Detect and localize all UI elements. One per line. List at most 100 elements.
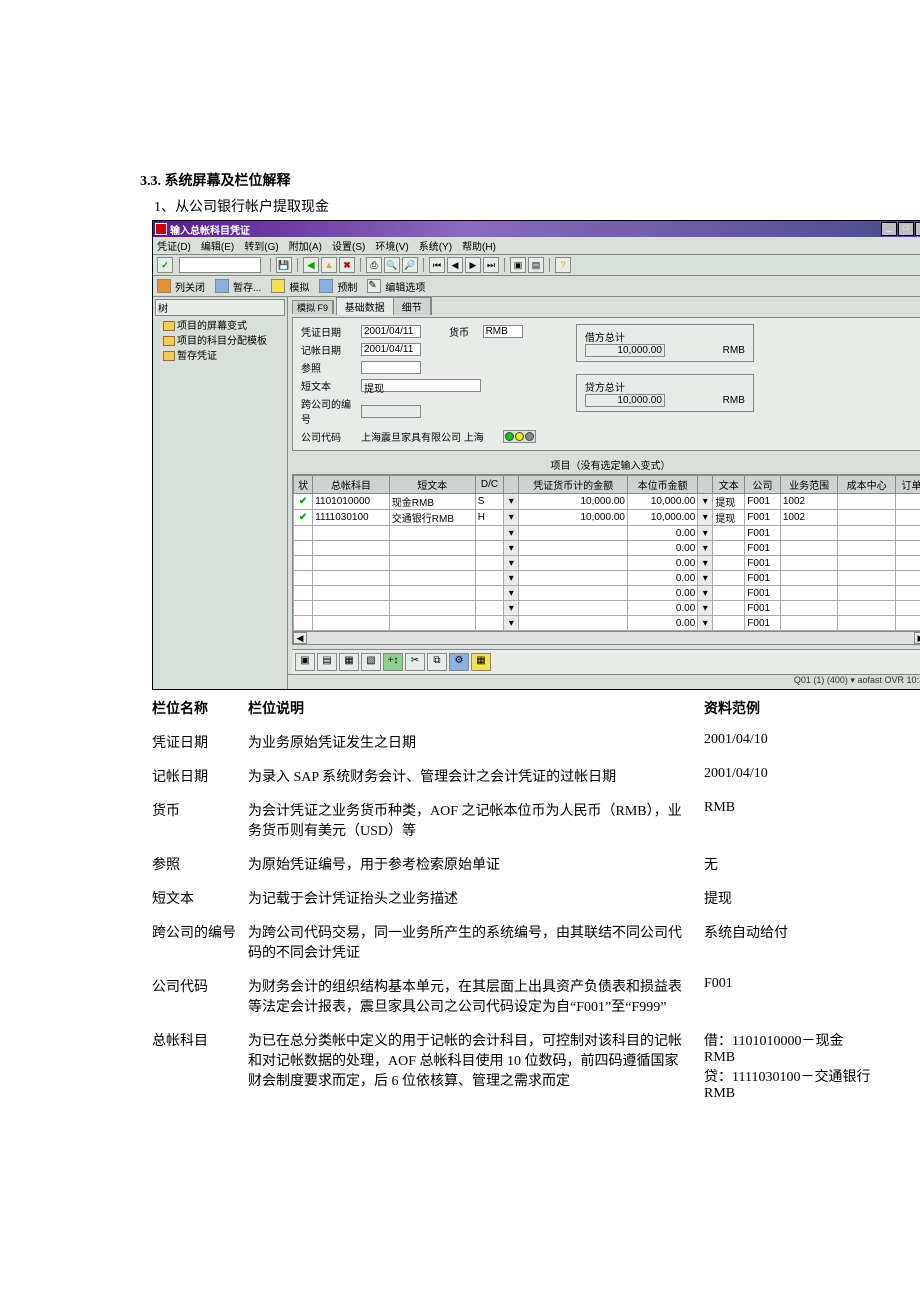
toolbar-main[interactable]: ✓ 💾 ◀ ▲ ✖ ⎙ 🔍 🔎 ⏮ ◀ ▶ ⏭ ▣ ▤ ? [153, 255, 920, 276]
new-session-icon[interactable]: ▣ [510, 257, 526, 273]
save-icon[interactable]: 💾 [276, 257, 292, 273]
print-icon[interactable]: ⎙ [366, 257, 382, 273]
grid-col[interactable]: 文本 [713, 476, 745, 494]
grid-btn-select-all[interactable]: ▣ [295, 653, 315, 671]
header-form: 凭证日期2001/04/11货币 RMB 记帐日期2001/04/11 参照 短… [292, 317, 920, 451]
grid-col[interactable]: 总帐科目 [313, 476, 390, 494]
table-row[interactable]: ▾0.00▾F001 [294, 586, 920, 601]
tree-header: 树 [155, 299, 285, 316]
input-postdate[interactable]: 2001/04/11 [361, 343, 421, 356]
table-row[interactable]: ✔1101010000现金RMBS▾10,000.0010,000.00▾提现F… [294, 494, 920, 510]
park-button[interactable]: 暂存... [233, 279, 261, 294]
tree-off-button[interactable]: 列关闭 [175, 279, 205, 294]
window-title: 输入总帐科目凭证 [170, 222, 250, 237]
grid-col[interactable]: 短文本 [389, 476, 475, 494]
expl-row: 记帐日期为录入 SAP 系统财务会计、管理会计之会计凭证的过帐日期2001/04… [152, 766, 862, 786]
find-next-icon[interactable]: 🔎 [402, 257, 418, 273]
table-row[interactable]: ▾0.00▾F001 [294, 601, 920, 616]
expl-row: 总帐科目为已在总分类帐中定义的用于记帐的会计科目，可控制对该科目的记帐和对记帐数… [152, 1030, 862, 1102]
value-coco: 上海震旦家具有限公司 上海 [361, 429, 484, 444]
command-field[interactable] [179, 257, 261, 273]
tree-item[interactable]: 暂存凭证 [155, 347, 285, 362]
credit-total-value: 10,000.00 [585, 394, 665, 407]
grid-col[interactable] [504, 476, 519, 494]
folder-icon [163, 336, 175, 346]
last-page-icon[interactable]: ⏭ [483, 257, 499, 273]
prefab-button[interactable]: 预制 [337, 279, 357, 294]
input-cross[interactable] [361, 405, 421, 418]
label-postdate: 记帐日期 [301, 342, 357, 357]
maximize-button[interactable]: □ [898, 222, 914, 236]
menubar[interactable]: 凭证(D)编辑(E)转到(G)附加(A)设置(S)环境(V)系统(Y)帮助(H) [153, 237, 920, 255]
tree-item[interactable]: 项目的科目分配模板 [155, 332, 285, 347]
grid-col[interactable]: D/C [475, 476, 503, 494]
close-button[interactable]: × [915, 222, 920, 236]
debit-total-box: 借方总计 10,000.00RMB [576, 324, 754, 362]
table-row[interactable]: ✔1111030100交通银行RMBH▾10,000.0010,000.00▾提… [294, 510, 920, 526]
grid-col[interactable]: 公司 [745, 476, 781, 494]
expl-row: 跨公司的编号为跨公司代码交易，同一业务所产生的系统编号，由其联结不同公司代码的不… [152, 922, 862, 962]
expl-row: 参照为原始凭证编号，用于参考检索原始单证无 [152, 854, 862, 874]
first-page-icon[interactable]: ⏮ [429, 257, 445, 273]
tree-pane[interactable]: 树 项目的屏幕变式 项目的科目分配模板 暂存凭证 [153, 297, 288, 689]
input-ref[interactable] [361, 361, 421, 374]
edit-options-icon[interactable]: ✎ [367, 279, 381, 293]
grid-col[interactable]: 本位币金额 [627, 476, 697, 494]
grid-btn-deselect[interactable]: ▤ [317, 653, 337, 671]
shortcut-icon[interactable]: ▤ [528, 257, 544, 273]
grid-btn-insert[interactable]: +↕ [383, 653, 403, 671]
titlebar[interactable]: 输入总帐科目凭证 _ □ × [153, 221, 920, 237]
prev-page-icon[interactable]: ◀ [447, 257, 463, 273]
line-item-grid[interactable]: 状总帐科目短文本D/C 凭证货币计的金额本位币金额文本公司业务范围成本中心订单 ✔… [292, 474, 920, 645]
grid-btn-config[interactable]: ⚙ [449, 653, 469, 671]
folder-icon [163, 321, 175, 331]
table-row[interactable]: ▾0.00▾F001 [294, 526, 920, 541]
park-icon[interactable] [215, 279, 229, 293]
grid-col[interactable]: 成本中心 [838, 476, 896, 494]
simulate-button[interactable]: 模拟 [289, 279, 309, 294]
table-row[interactable]: ▾0.00▾F001 [294, 616, 920, 631]
field-explanation-table: 栏位名称 栏位说明 资料范例 凭证日期为业务原始凭证发生之日期2001/04/1… [152, 698, 862, 1102]
grid-col[interactable]: 凭证货币计的金额 [519, 476, 628, 494]
toolbar-app[interactable]: 列关闭 暂存... 模拟 预制 ✎ 编辑选项 [153, 276, 920, 297]
section-heading: 3.3. 系统屏幕及栏位解释 [140, 170, 800, 190]
sap-window: 输入总帐科目凭证 _ □ × 凭证(D)编辑(E)转到(G)附加(A)设置(S)… [152, 220, 920, 690]
input-short[interactable]: 提现 [361, 379, 481, 392]
grid-btn-sort[interactable]: ▧ [361, 653, 381, 671]
minimize-button[interactable]: _ [881, 222, 897, 236]
grid-btn-copy[interactable]: ▦ [339, 653, 359, 671]
tabstrip[interactable]: 模拟 F9 基础数据 细节 [288, 297, 920, 317]
label-cross: 跨公司的编号 [301, 396, 357, 426]
grid-col[interactable]: 业务范围 [780, 476, 838, 494]
grid-button-bar[interactable]: ▣ ▤ ▦ ▧ +↕ ✂ ⧉ ⚙ ▦ [292, 649, 920, 674]
table-row[interactable]: ▾0.00▾F001 [294, 541, 920, 556]
input-docdate[interactable]: 2001/04/11 [361, 325, 421, 338]
grid-col[interactable]: 订单 [895, 476, 920, 494]
grid-col[interactable] [698, 476, 713, 494]
grid-btn-dup[interactable]: ⧉ [427, 653, 447, 671]
col-field-name: 栏位名称 [152, 698, 248, 718]
exit-icon[interactable]: ▲ [321, 257, 337, 273]
back-icon[interactable]: ◀ [303, 257, 319, 273]
section-sub: 1、从公司银行帐户提取现金 [154, 196, 800, 216]
tree-icon[interactable] [157, 279, 171, 293]
traffic-light-icon [503, 430, 536, 443]
tree-item[interactable]: 项目的屏幕变式 [155, 317, 285, 332]
grid-col[interactable]: 状 [294, 476, 313, 494]
next-page-icon[interactable]: ▶ [465, 257, 481, 273]
cancel-icon[interactable]: ✖ [339, 257, 355, 273]
input-currency[interactable]: RMB [483, 325, 523, 338]
enter-icon[interactable]: ✓ [157, 257, 173, 273]
prefab-icon[interactable] [319, 279, 333, 293]
table-row[interactable]: ▾0.00▾F001 [294, 556, 920, 571]
find-icon[interactable]: 🔍 [384, 257, 400, 273]
simulate-icon[interactable] [271, 279, 285, 293]
grid-scrollbar[interactable]: ◀▶ [293, 631, 920, 644]
table-row[interactable]: ▾0.00▾F001 [294, 571, 920, 586]
grid-btn-export[interactable]: ▦ [471, 653, 491, 671]
help-icon[interactable]: ? [555, 257, 571, 273]
grid-btn-delete[interactable]: ✂ [405, 653, 425, 671]
edit-options-button[interactable]: 编辑选项 [385, 279, 425, 294]
tab-basic[interactable]: 基础数据 [337, 298, 394, 315]
tab-detail[interactable]: 细节 [394, 298, 431, 315]
